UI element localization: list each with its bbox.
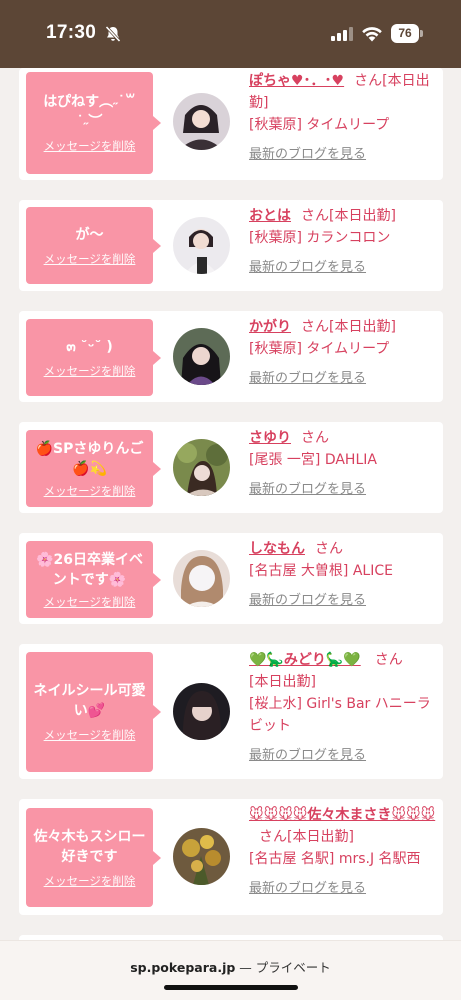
message-text: 佐々木もスシロー好きです xyxy=(33,828,146,865)
delete-message-link[interactable]: メッセージを削除 xyxy=(44,138,136,154)
wifi-icon xyxy=(362,27,382,42)
avatar[interactable] xyxy=(173,439,230,496)
cast-name-link[interactable]: おとは xyxy=(249,208,291,224)
message-card: 🌸26日卒業イベントです🌸 メッセージを削除 しなもん さん [名古屋 大曽根] … xyxy=(19,533,443,624)
cast-name-link[interactable]: ぽちゃ♥･．･♥ xyxy=(249,73,344,89)
blog-link[interactable]: 最新のブログを見る xyxy=(249,745,437,767)
message-bubble: ネイルシール可愛い💕 メッセージを削除 xyxy=(26,652,161,772)
cast-name-link[interactable]: 🐭🐭🐭🐭佐々木まさき🐭🐭🐭 xyxy=(249,807,435,823)
blog-link[interactable]: 最新のブログを見る xyxy=(249,368,437,390)
message-text: が〜 xyxy=(75,226,104,243)
delete-message-link[interactable]: メッセージを削除 xyxy=(44,483,136,499)
honorific: さん xyxy=(259,829,287,845)
private-mode-label: — プライベート xyxy=(239,960,331,975)
cast-info: おとは さん[本日出勤] [秋葉原] カランコロン 最新のブログを見る xyxy=(249,205,437,279)
battery-level: 76 xyxy=(391,24,419,43)
shop-name: [尾張 一宮] DAHLIA xyxy=(249,452,377,468)
avatar[interactable] xyxy=(173,828,230,885)
message-text: はぴねす︵˶˙꒳˙˶︶ xyxy=(43,94,136,130)
cast-info: さゆり さん [尾張 一宮] DAHLIA 最新のブログを見る xyxy=(249,427,437,501)
bell-slash-icon xyxy=(105,25,121,43)
work-status: [本日出勤] xyxy=(287,829,354,845)
avatar[interactable] xyxy=(173,328,230,385)
cast-info: かがり さん[本日出勤] [秋葉原] タイムリープ 最新のブログを見る xyxy=(249,316,437,390)
honorific: さん xyxy=(301,208,329,224)
signal-icon xyxy=(331,27,353,41)
shop-name: [名古屋 名駅] mrs.J 名駅西 xyxy=(249,851,421,867)
work-status: [本日出勤] xyxy=(329,208,396,224)
avatar[interactable] xyxy=(173,683,230,740)
blog-link[interactable]: 最新のブログを見る xyxy=(249,144,437,166)
blog-link[interactable]: 最新のブログを見る xyxy=(249,590,437,612)
message-text: 🍎SPさゆりんご🍎💫 xyxy=(35,440,144,477)
message-bubble: 🍎SPさゆりんご🍎💫 メッセージを削除 xyxy=(26,430,161,507)
cast-info: ぽちゃ♥･．･♥ さん[本日出勤] [秋葉原] タイムリープ 最新のブログを見る xyxy=(249,70,437,166)
message-text: ๓ ˘ᵕ˘ ) xyxy=(66,338,113,355)
delete-message-link[interactable]: メッセージを削除 xyxy=(44,727,136,743)
message-card: が〜 メッセージを削除 おとは さん[本日出勤] [秋葉原] カランコロン 最新の… xyxy=(19,200,443,291)
cast-name-link[interactable]: しなもん xyxy=(249,541,305,557)
message-card: ๓ ˘ᵕ˘ ) メッセージを削除 かがり さん[本日出勤] [秋葉原] タイムリー… xyxy=(19,311,443,402)
home-indicator[interactable] xyxy=(164,985,298,990)
cast-name-link[interactable]: さゆり xyxy=(249,430,291,446)
shop-name: [秋葉原] カランコロン xyxy=(249,230,391,246)
message-card: 🍎SPさゆりんご🍎💫 メッセージを削除 さゆり さん [尾張 一宮] DAHLIA… xyxy=(19,422,443,513)
status-bar: 17:30 76 xyxy=(0,0,461,68)
message-bubble: 🌸26日卒業イベントです🌸 メッセージを削除 xyxy=(26,541,161,618)
message-text: ネイルシール可愛い💕 xyxy=(33,683,146,719)
delete-message-link[interactable]: メッセージを削除 xyxy=(44,363,136,379)
cast-info: しなもん さん [名古屋 大曽根] ALICE 最新のブログを見る xyxy=(249,538,437,612)
battery-icon: 76 xyxy=(391,24,423,43)
delete-message-link[interactable]: メッセージを削除 xyxy=(44,594,136,610)
work-status: [本日出勤] xyxy=(249,674,316,690)
cast-info: 💚🦕みどり🦕💚 さん [本日出勤] [桜上水] Girl's Bar ハニーラビッ… xyxy=(249,649,437,767)
shop-name: [桜上水] Girl's Bar ハニーラビット xyxy=(249,696,431,734)
message-bubble: ๓ ˘ᵕ˘ ) メッセージを削除 xyxy=(26,319,161,396)
message-bubble: 佐々木もスシロー好きです メッセージを削除 xyxy=(26,808,161,907)
honorific: さん xyxy=(354,73,383,89)
browser-url-bar[interactable]: sp.pokepara.jp — プライベート xyxy=(0,940,461,1000)
honorific: さん xyxy=(374,652,403,668)
shop-name: [秋葉原] タイムリープ xyxy=(249,341,390,357)
cast-name-link[interactable]: 💚🦕みどり🦕💚 xyxy=(249,652,361,668)
url-text: sp.pokepara.jp — プライベート xyxy=(0,957,461,976)
cast-name-link[interactable]: かがり xyxy=(249,319,291,335)
status-time: 17:30 xyxy=(46,22,97,43)
shop-name: [秋葉原] タイムリープ xyxy=(249,117,390,133)
message-text: 🌸26日卒業イベントです🌸 xyxy=(36,551,143,588)
avatar[interactable] xyxy=(173,217,230,274)
honorific: さん xyxy=(315,541,343,557)
message-card: はぴねす︵˶˙꒳˙˶︶ メッセージを削除 ぽちゃ♥･．･♥ さん[本日出勤] [秋… xyxy=(19,68,443,180)
cast-info: 🐭🐭🐭🐭佐々木まさき🐭🐭🐭 さん[本日出勤] [名古屋 名駅] mrs.J 名駅西… xyxy=(249,804,437,900)
honorific: さん xyxy=(301,430,329,446)
avatar[interactable] xyxy=(173,93,230,150)
url-domain: sp.pokepara.jp xyxy=(130,960,236,975)
blog-link[interactable]: 最新のブログを見る xyxy=(249,878,437,900)
message-bubble: が〜 メッセージを削除 xyxy=(26,207,161,284)
blog-link[interactable]: 最新のブログを見る xyxy=(249,479,437,501)
blog-link[interactable]: 最新のブログを見る xyxy=(249,257,437,279)
honorific: さん xyxy=(301,319,329,335)
message-bubble: はぴねす︵˶˙꒳˙˶︶ メッセージを削除 xyxy=(26,72,161,174)
delete-message-link[interactable]: メッセージを削除 xyxy=(44,873,136,889)
delete-message-link[interactable]: メッセージを削除 xyxy=(44,251,136,267)
message-card: 佐々木もスシロー好きです メッセージを削除 🐭🐭🐭🐭佐々木まさき🐭🐭🐭 さん[本日… xyxy=(19,799,443,915)
work-status: [本日出勤] xyxy=(329,319,396,335)
avatar[interactable] xyxy=(173,550,230,607)
message-card: ネイルシール可愛い💕 メッセージを削除 💚🦕みどり🦕💚 さん [本日出勤] [桜上… xyxy=(19,644,443,779)
shop-name: [名古屋 大曽根] ALICE xyxy=(249,563,393,579)
